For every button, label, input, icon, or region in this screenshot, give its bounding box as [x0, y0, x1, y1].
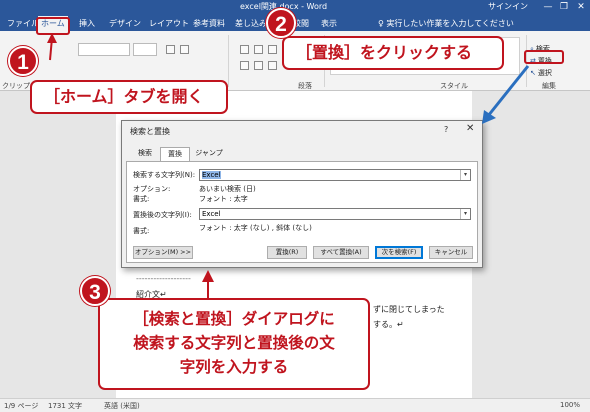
- arrow-head-3: [202, 270, 214, 282]
- step1-number: 1: [8, 46, 38, 76]
- step3-number: 3: [80, 276, 110, 306]
- step3-text-line1: ［検索と置換］ダイアログに: [133, 310, 335, 328]
- arrow-line-2: [486, 65, 530, 117]
- step2-number: 2: [266, 8, 296, 38]
- step3-callout: ［検索と置換］ダイアログに 検索する文字列と置換後の文 字列を入力する: [98, 298, 370, 390]
- step3-text-line3: 字列を入力する: [179, 358, 289, 376]
- step3-text-line2: 検索する文字列と置換後の文: [133, 334, 335, 352]
- step2-callout: ［置換］をクリックする: [282, 36, 504, 70]
- step1-callout: ［ホーム］タブを開く: [30, 80, 228, 114]
- step2-text: ［置換］をクリックする: [296, 43, 473, 62]
- arrow-head-2: [482, 110, 496, 124]
- step1-text: ［ホーム］タブを開く: [44, 87, 204, 106]
- arrow-head-1: [47, 33, 57, 43]
